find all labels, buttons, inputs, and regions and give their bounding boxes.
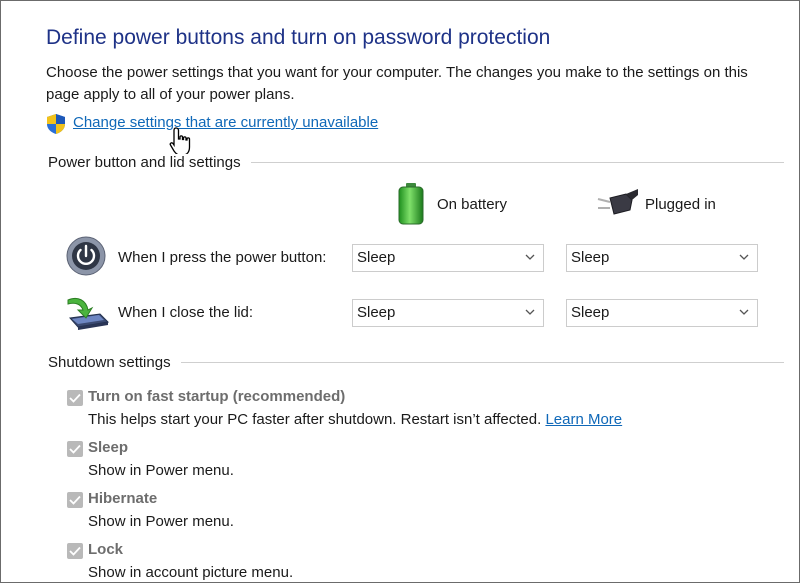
- chevron-down-icon: [525, 254, 535, 260]
- change-settings-link[interactable]: Change settings that are currently unava…: [73, 114, 378, 131]
- battery-icon: [398, 183, 424, 225]
- fast-startup-desc-text: This helps start your PC faster after sh…: [88, 411, 542, 428]
- lock-desc: Show in account picture menu.: [88, 564, 294, 581]
- sleep-desc: Show in Power menu.: [88, 462, 234, 479]
- checkmark-icon: [69, 546, 81, 556]
- power-button-battery-select[interactable]: Sleep: [352, 244, 544, 272]
- plugged-in-header: Plugged in: [645, 196, 716, 213]
- lock-checkbox[interactable]: [67, 543, 83, 559]
- chevron-down-icon: [525, 309, 535, 315]
- fast-startup-checkbox[interactable]: [67, 390, 83, 406]
- power-button-plugged-select[interactable]: Sleep: [566, 244, 758, 272]
- checkmark-icon: [69, 393, 81, 403]
- power-lid-section-title: Power button and lid settings: [48, 154, 251, 171]
- learn-more-link[interactable]: Learn More: [545, 411, 622, 428]
- uac-shield-icon: [47, 114, 65, 134]
- hibernate-desc: Show in Power menu.: [88, 513, 234, 530]
- close-lid-battery-select[interactable]: Sleep: [352, 299, 544, 327]
- selected-value: Sleep: [571, 304, 610, 321]
- chevron-down-icon: [739, 254, 749, 260]
- selected-value: Sleep: [357, 249, 396, 266]
- power-button-icon: [66, 236, 106, 276]
- on-battery-header: On battery: [437, 196, 508, 213]
- page-description: Choose the power settings that you want …: [46, 64, 748, 103]
- sleep-label: Sleep: [88, 439, 129, 456]
- selected-value: Sleep: [357, 304, 396, 321]
- fast-startup-desc: This helps start your PC faster after sh…: [88, 411, 622, 428]
- page-title: Define power buttons and turn on passwor…: [46, 26, 551, 49]
- sleep-checkbox[interactable]: [67, 441, 83, 457]
- checkmark-icon: [69, 444, 81, 454]
- hibernate-label: Hibernate: [88, 490, 158, 507]
- power-button-label: When I press the power button:: [118, 249, 327, 266]
- fast-startup-label: Turn on fast startup (recommended): [88, 388, 346, 405]
- selected-value: Sleep: [571, 249, 610, 266]
- shutdown-section-title: Shutdown settings: [48, 354, 181, 371]
- chevron-down-icon: [739, 309, 749, 315]
- lock-label: Lock: [88, 541, 124, 558]
- hibernate-checkbox[interactable]: [67, 492, 83, 508]
- close-lid-plugged-select[interactable]: Sleep: [566, 299, 758, 327]
- power-plug-icon: [597, 189, 638, 215]
- checkmark-icon: [69, 495, 81, 505]
- laptop-lid-icon: [67, 297, 110, 330]
- close-lid-label: When I close the lid:: [118, 304, 254, 321]
